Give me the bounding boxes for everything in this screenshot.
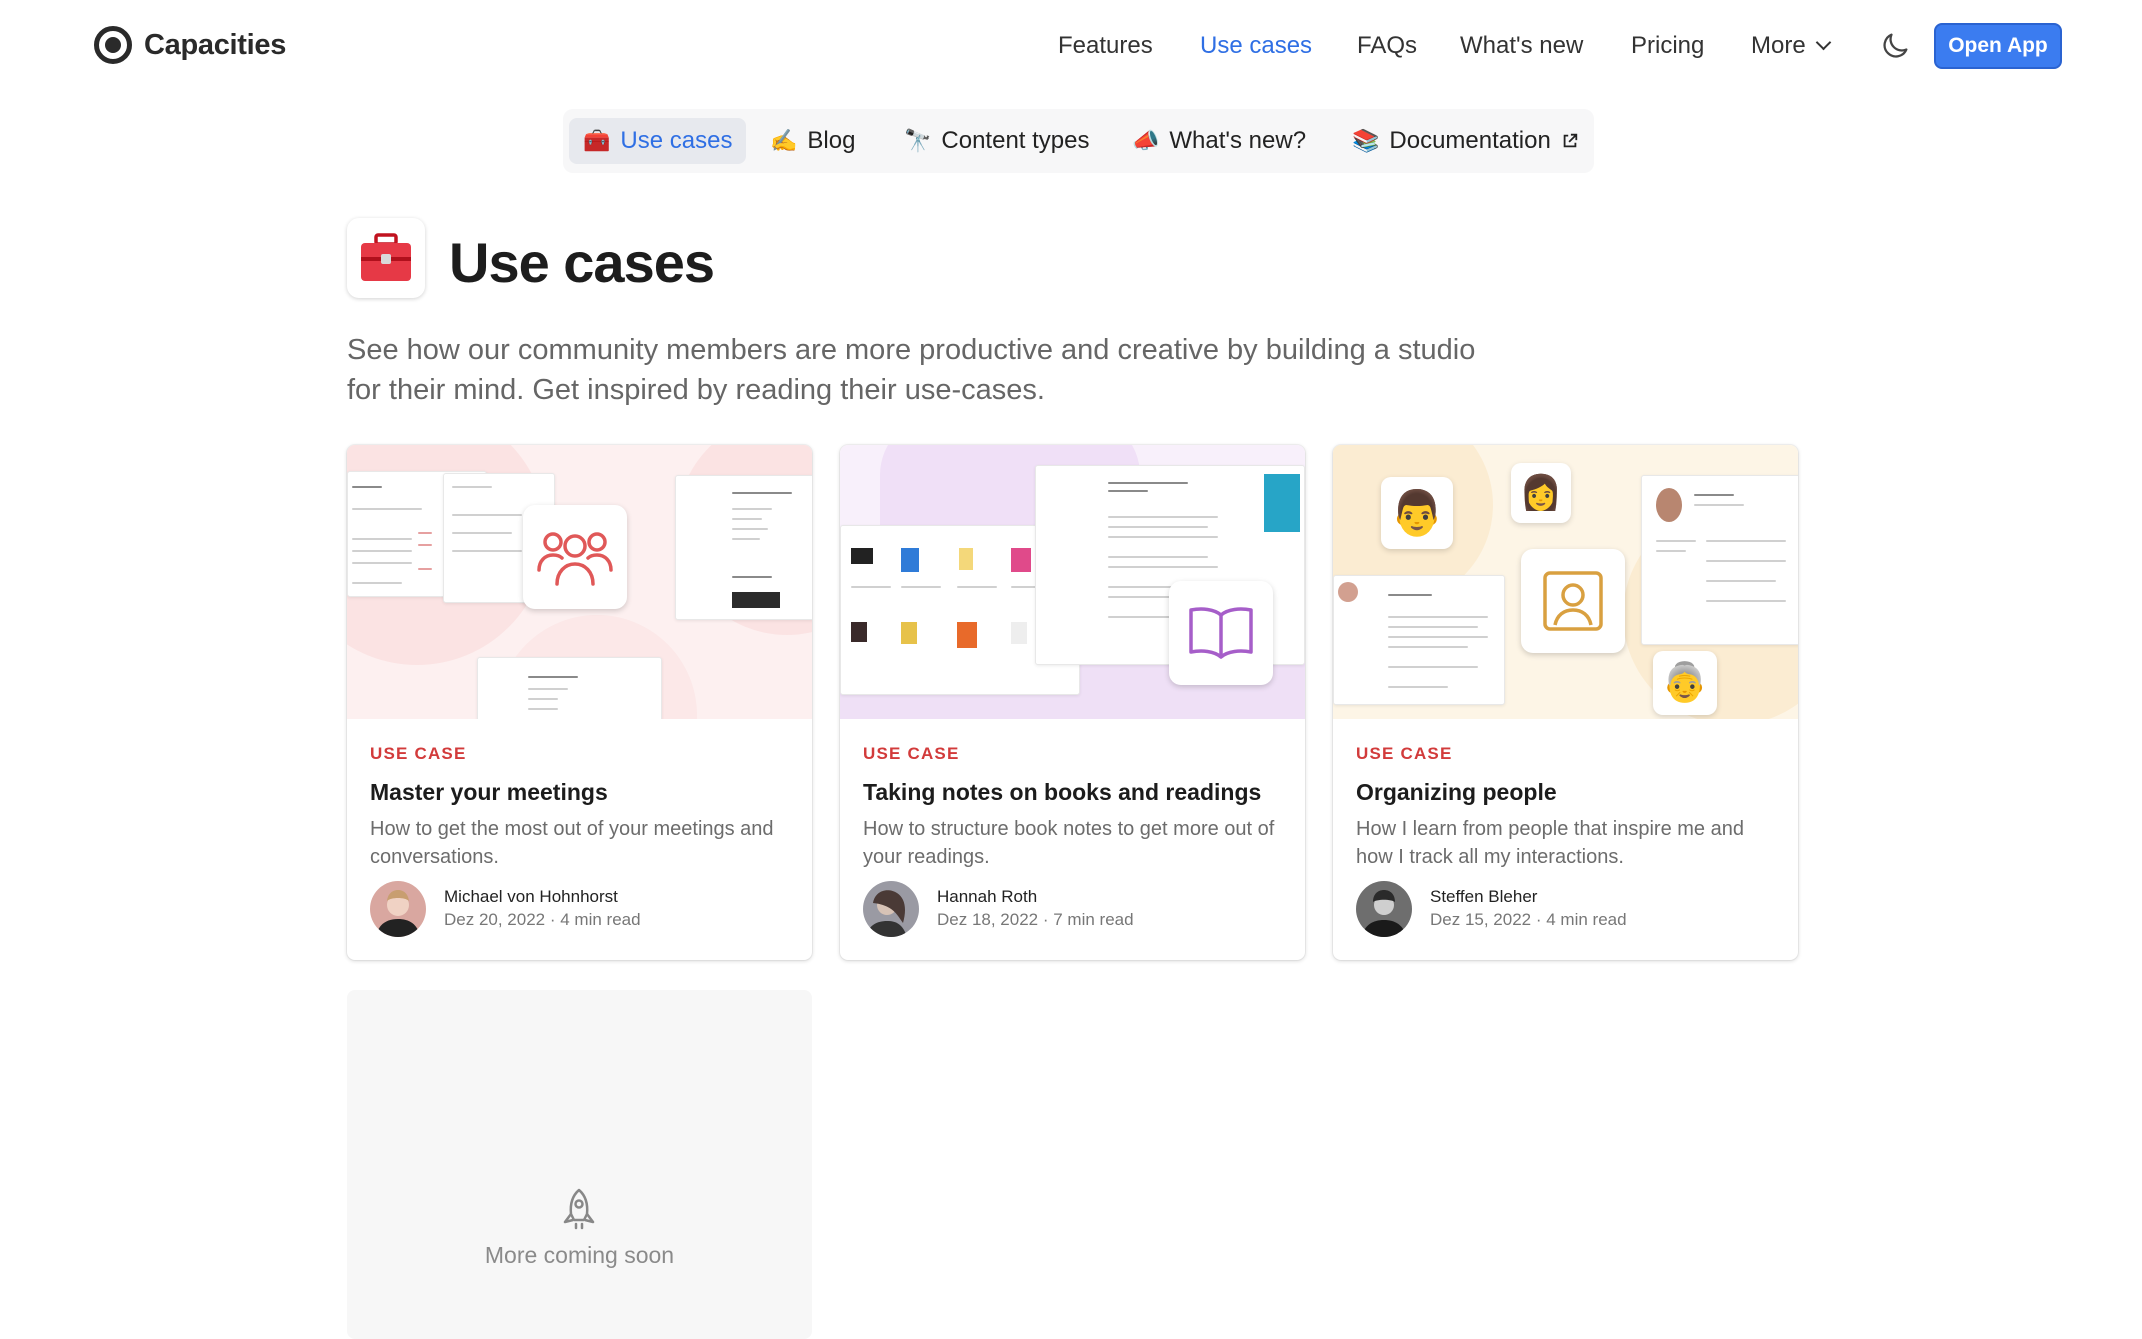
avatar <box>1356 881 1412 937</box>
use-case-card-people[interactable]: 👨 👩 👵 USE CASE Organizing people How I l… <box>1333 445 1798 960</box>
card-kicker: USE CASE <box>863 744 960 763</box>
external-link-icon <box>1563 133 1578 148</box>
card-cover-image <box>840 445 1305 719</box>
author-name: Michael von Hohnhorst <box>444 887 618 906</box>
toolbox-icon: 🧰 <box>583 128 611 153</box>
author-meta: Dez 20, 2022 · 4 min read <box>444 910 641 929</box>
author-meta: Dez 18, 2022 · 7 min read <box>937 910 1134 929</box>
coming-soon-placeholder: More coming soon <box>347 990 812 1339</box>
card-kicker: USE CASE <box>370 744 467 763</box>
read-time: 4 min read <box>560 910 641 929</box>
card-description: How to structure book notes to get more … <box>863 818 1275 868</box>
post-date: Dez 18, 2022 <box>937 910 1039 929</box>
subnav-item-label: Documentation <box>1389 127 1551 154</box>
use-case-card-books[interactable]: USE CASE Taking notes on books and readi… <box>840 445 1305 960</box>
card-title: Master your meetings <box>370 779 608 805</box>
card-author: Steffen Bleher Dez 15, 2022 · 4 min read <box>1356 881 1627 937</box>
card-description: How I learn from people that inspire me … <box>1356 818 1744 868</box>
contact-card-icon <box>1521 549 1625 653</box>
subnav-item-label: Blog <box>807 127 856 154</box>
nav-link-more[interactable]: More <box>1751 26 1831 66</box>
card-author: Hannah Roth Dez 18, 2022 · 7 min read <box>863 881 1134 937</box>
toolbox-page-icon <box>347 218 425 298</box>
card-kicker: USE CASE <box>1356 744 1453 763</box>
page-description: See how our community members are more p… <box>347 334 1476 406</box>
open-app-button[interactable]: Open App <box>1934 23 2062 69</box>
card-cover-image <box>347 445 812 719</box>
card-author: Michael von Hohnhorst Dez 20, 2022 · 4 m… <box>370 881 641 937</box>
author-name: Steffen Bleher <box>1430 887 1538 906</box>
subnav-item-label: Content types <box>941 127 1090 154</box>
avatar <box>370 881 426 937</box>
subnav-item-documentation[interactable]: 📚 Documentation <box>1338 118 1593 164</box>
subnav-item-content-types[interactable]: 🔭 Content types <box>890 118 1104 164</box>
post-date: Dez 20, 2022 <box>444 910 546 929</box>
avatar <box>863 881 919 937</box>
card-title: Taking notes on books and readings <box>863 779 1262 805</box>
page-title: Use cases <box>449 231 715 294</box>
coming-soon-label: More coming soon <box>484 1242 675 1268</box>
nav-link-features[interactable]: Features <box>1058 26 1153 66</box>
chevron-down-icon <box>1815 34 1831 51</box>
nav-link-faqs[interactable]: FAQs <box>1357 26 1417 66</box>
subnav-item-use-cases[interactable]: 🧰 Use cases <box>569 118 747 164</box>
post-date: Dez 15, 2022 <box>1430 910 1532 929</box>
nav-link-use-cases[interactable]: Use cases <box>1200 26 1312 66</box>
telescope-icon: 🔭 <box>904 128 932 153</box>
nav-link-whats-new[interactable]: What's new <box>1460 26 1583 66</box>
card-title: Organizing people <box>1356 779 1557 805</box>
read-time: 4 min read <box>1546 910 1627 929</box>
writing-hand-icon: ✍️ <box>770 128 798 153</box>
author-meta: Dez 15, 2022 · 4 min read <box>1430 910 1627 929</box>
open-book-icon <box>1169 581 1273 685</box>
subnav-item-blog[interactable]: ✍️ Blog <box>756 118 869 164</box>
rocket-icon <box>563 1188 595 1230</box>
read-time: 7 min read <box>1053 910 1134 929</box>
woman-emoji-icon: 👩 <box>1511 463 1571 523</box>
subnav-item-whats-new[interactable]: 📣 What's new? <box>1118 118 1320 164</box>
nav-link-more-label: More <box>1751 32 1806 59</box>
card-cover-image: 👨 👩 👵 <box>1333 445 1798 719</box>
subnav-item-label: Use cases <box>620 127 733 154</box>
people-icon <box>523 505 627 609</box>
author-name: Hannah Roth <box>937 887 1038 906</box>
megaphone-icon: 📣 <box>1132 128 1160 153</box>
top-nav: Capacities Features Use cases FAQs What'… <box>0 0 2142 92</box>
dark-mode-moon-icon[interactable] <box>1878 29 1912 63</box>
subnav-item-label: What's new? <box>1169 127 1307 154</box>
nav-link-pricing[interactable]: Pricing <box>1631 26 1704 66</box>
older-woman-emoji-icon: 👵 <box>1653 651 1717 715</box>
toolbox-icon <box>361 233 411 281</box>
use-case-card-meetings[interactable]: USE CASE Master your meetings How to get… <box>347 445 812 960</box>
card-description: How to get the most out of your meetings… <box>370 818 774 868</box>
section-subnav: 🧰 Use cases ✍️ Blog 🔭 Content types 📣 Wh… <box>563 109 1594 173</box>
man-emoji-icon: 👨 <box>1381 477 1453 549</box>
books-icon: 📚 <box>1352 128 1380 153</box>
